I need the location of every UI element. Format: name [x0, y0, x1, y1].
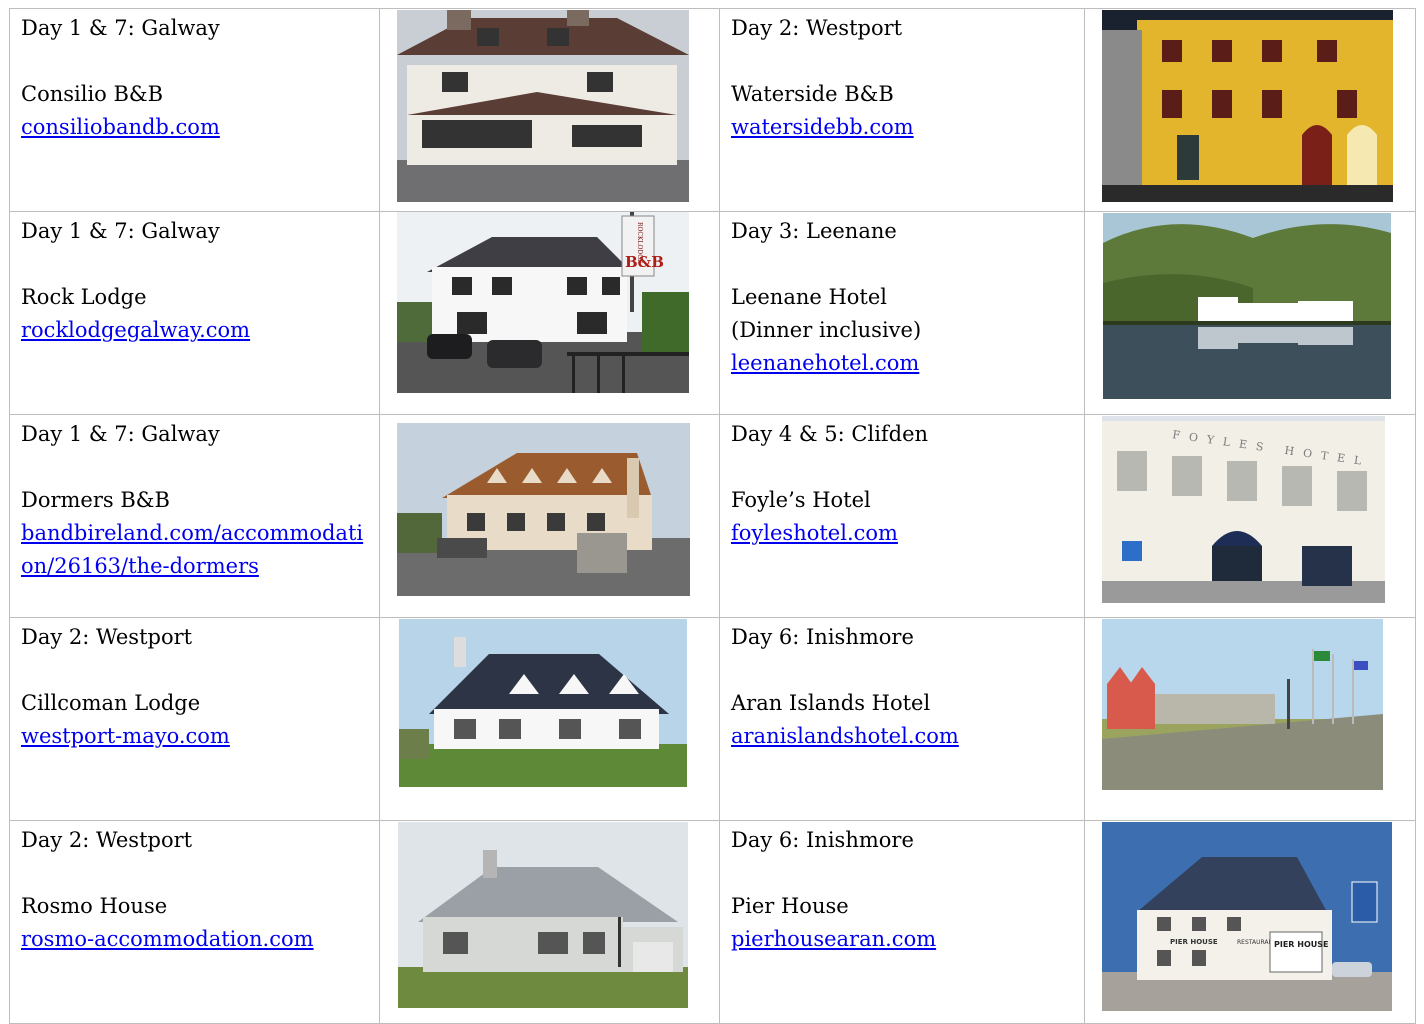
accommodation-cell: Day 2: Westport Rosmo House rosmo-accomm…: [9, 820, 380, 1024]
photo-cell: [379, 617, 720, 821]
property-name: Dormers B&B: [21, 488, 170, 512]
property-name: Aran Islands Hotel: [731, 691, 931, 715]
property-link[interactable]: bandbireland.com/accommodation/26163/the…: [21, 517, 371, 583]
accommodation-cell: Day 4 & 5: Clifden Foyle’s Hotel foylesh…: [719, 414, 1085, 618]
day-label: Day 4 & 5: Clifden: [731, 422, 929, 446]
table-row: Day 2: Westport Cillcoman Lodge westport…: [9, 617, 1416, 821]
day-label: Day 3: Leenane: [731, 219, 897, 243]
photo-cell: [379, 8, 720, 212]
accommodation-cell: Day 1 & 7: Galway Rock Lodge rocklodgega…: [9, 211, 380, 415]
pier-house-sign-text: PIER HOUSE: [1170, 938, 1218, 946]
property-name: Pier House: [731, 894, 849, 918]
photo-cell: [1084, 8, 1416, 212]
photo-cell: [1084, 617, 1416, 821]
photo-cell: [1084, 211, 1416, 415]
day-label: Day 1 & 7: Galway: [21, 219, 220, 243]
property-link[interactable]: westport-mayo.com: [21, 720, 379, 753]
consilio-photo: [397, 10, 689, 202]
day-label: Day 1 & 7: Galway: [21, 422, 220, 446]
property-name: Rock Lodge: [21, 285, 147, 309]
accommodation-cell: Day 1 & 7: Galway Dormers B&B bandbirela…: [9, 414, 380, 618]
leenane-photo: [1103, 213, 1391, 399]
rocklodge-sign-bb: B&B: [625, 253, 664, 271]
photo-cell: [379, 414, 720, 618]
property-name: Foyle’s Hotel: [731, 488, 871, 512]
rock-lodge-photo: ROCKLODGE B&B: [397, 212, 689, 393]
property-link[interactable]: rocklodgegalway.com: [21, 314, 379, 347]
waterside-photo: [1102, 10, 1393, 202]
property-link[interactable]: rosmo-accommodation.com: [21, 923, 379, 956]
aran-islands-photo: [1102, 619, 1383, 790]
property-note: (Dinner inclusive): [731, 318, 922, 342]
property-link[interactable]: consiliobandb.com: [21, 111, 379, 144]
property-link[interactable]: leenanehotel.com: [731, 347, 1084, 380]
day-label: Day 1 & 7: Galway: [21, 16, 220, 40]
table-row: Day 1 & 7: Galway Rock Lodge rocklodgega…: [9, 211, 1416, 415]
day-label: Day 6: Inishmore: [731, 625, 914, 649]
property-link[interactable]: foyleshotel.com: [731, 517, 1084, 550]
accommodation-cell: Day 6: Inishmore Pier House pierhouseara…: [719, 820, 1085, 1024]
property-name: Consilio B&B: [21, 82, 164, 106]
table-row: Day 1 & 7: Galway Dormers B&B bandbirela…: [9, 414, 1416, 618]
pier-house-photo: PIER HOUSE RESTAURANT PIER HOUSE: [1102, 822, 1392, 1011]
property-name: Rosmo House: [21, 894, 168, 918]
accommodation-cell: Day 3: Leenane Leenane Hotel (Dinner inc…: [719, 211, 1085, 415]
accommodation-table: Day 1 & 7: Galway Consilio B&B consiliob…: [9, 8, 1416, 1024]
property-name: Cillcoman Lodge: [21, 691, 201, 715]
accommodation-cell: Day 2: Westport Cillcoman Lodge westport…: [9, 617, 380, 821]
property-name: Leenane Hotel: [731, 285, 888, 309]
property-name: Waterside B&B: [731, 82, 894, 106]
day-label: Day 6: Inishmore: [731, 828, 914, 852]
property-link[interactable]: pierhousearan.com: [731, 923, 1084, 956]
accommodation-cell: Day 1 & 7: Galway Consilio B&B consiliob…: [9, 8, 380, 212]
accommodation-cell: Day 2: Westport Waterside B&B watersideb…: [719, 8, 1085, 212]
photo-cell: FOYLES HOTEL: [1084, 414, 1416, 618]
foyles-photo: FOYLES HOTEL: [1102, 416, 1385, 603]
dormers-photo: [397, 423, 690, 596]
photo-cell: [379, 820, 720, 1024]
property-link[interactable]: watersidebb.com: [731, 111, 1084, 144]
table-row: Day 1 & 7: Galway Consilio B&B consiliob…: [9, 8, 1416, 212]
table-row: Day 2: Westport Rosmo House rosmo-accomm…: [9, 820, 1416, 1024]
photo-cell: ROCKLODGE B&B: [379, 211, 720, 415]
pier-house-board-text: PIER HOUSE: [1274, 940, 1328, 949]
property-link[interactable]: aranislandshotel.com: [731, 720, 1084, 753]
accommodation-cell: Day 6: Inishmore Aran Islands Hotel aran…: [719, 617, 1085, 821]
cillcoman-photo: [399, 619, 687, 787]
day-label: Day 2: Westport: [21, 625, 193, 649]
day-label: Day 2: Westport: [21, 828, 193, 852]
rosmo-photo: [398, 822, 688, 1008]
day-label: Day 2: Westport: [731, 16, 903, 40]
photo-cell: PIER HOUSE RESTAURANT PIER HOUSE: [1084, 820, 1416, 1024]
